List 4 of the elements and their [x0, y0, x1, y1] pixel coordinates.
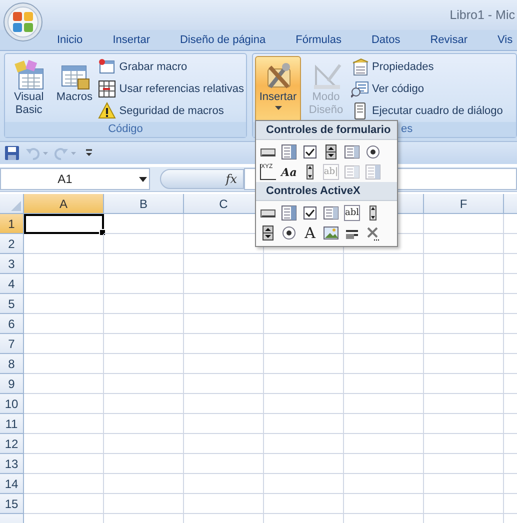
section-header: Controles de formulario [256, 121, 397, 140]
window-title: Libro1 - Mic [450, 8, 515, 22]
group-label: Código [5, 122, 246, 137]
section-header: Controles ActiveX [256, 182, 397, 201]
